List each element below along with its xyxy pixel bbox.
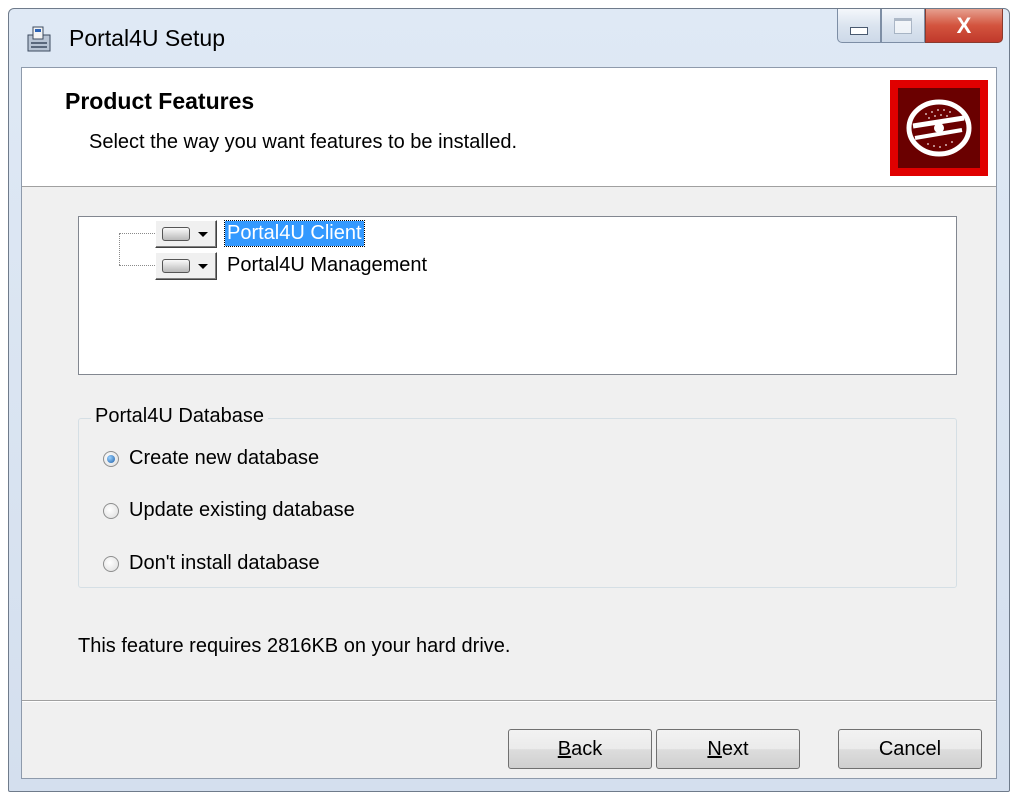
back-label: ack (571, 737, 603, 760)
radio-label: Don't install database (129, 552, 320, 574)
radio-update-existing-database[interactable]: Update existing database (103, 499, 355, 522)
caption-buttons: X (837, 9, 1003, 45)
minimize-button[interactable] (837, 9, 881, 43)
close-button[interactable]: X (925, 9, 1003, 43)
radio-dont-install-database[interactable]: Don't install database (103, 552, 320, 575)
page-subtitle: Select the way you want features to be i… (89, 131, 518, 153)
cancel-button[interactable]: Cancel (838, 729, 982, 769)
radio-label: Update existing database (129, 499, 355, 521)
dropdown-arrow-icon (198, 231, 208, 237)
button-separator (22, 700, 996, 702)
feature-state-dropdown-management[interactable] (155, 252, 217, 280)
header-banner: Product Features Select the way you want… (22, 68, 996, 187)
database-group-label: Portal4U Database (91, 405, 268, 428)
feature-tree[interactable]: Portal4U Client Portal4U Management (78, 216, 957, 375)
hard-drive-icon (162, 259, 190, 273)
minimize-icon (850, 26, 868, 35)
installer-icon (27, 26, 51, 52)
maximize-button (881, 9, 925, 43)
radio-button[interactable] (103, 555, 119, 572)
maximize-icon (894, 17, 912, 34)
dialog-body: Product Features Select the way you want… (21, 67, 997, 779)
radio-create-new-database[interactable]: Create new database (103, 447, 319, 470)
radio-button[interactable] (103, 502, 119, 519)
disk-space-requirement: This feature requires 2816KB on your har… (78, 635, 511, 657)
next-label: ext (721, 737, 749, 760)
feature-item-portal4u-client[interactable]: Portal4U Client (224, 220, 365, 247)
back-mnemonic: B (557, 737, 572, 760)
back-button[interactable]: Back (508, 729, 652, 769)
banner-logo (890, 80, 988, 176)
cancel-label: Cancel (878, 737, 942, 760)
radio-button-checked[interactable] (103, 450, 119, 467)
feature-state-dropdown-client[interactable] (155, 220, 217, 248)
title-bar[interactable]: Portal4U Setup X (9, 9, 1009, 67)
next-mnemonic: N (707, 737, 722, 760)
page-title: Product Features (65, 88, 255, 114)
next-button[interactable]: Next (656, 729, 800, 769)
hard-drive-icon (162, 227, 190, 241)
database-groupbox: Portal4U Database Create new database Up… (78, 405, 957, 588)
setup-window: Portal4U Setup X Product Features Select… (8, 8, 1010, 792)
feature-item-portal4u-management[interactable]: Portal4U Management (225, 253, 429, 278)
window-title: Portal4U Setup (69, 25, 225, 51)
radio-label: Create new database (129, 447, 320, 469)
disc-icon (906, 99, 972, 157)
dropdown-arrow-icon (198, 263, 208, 269)
close-icon: X (956, 12, 972, 38)
